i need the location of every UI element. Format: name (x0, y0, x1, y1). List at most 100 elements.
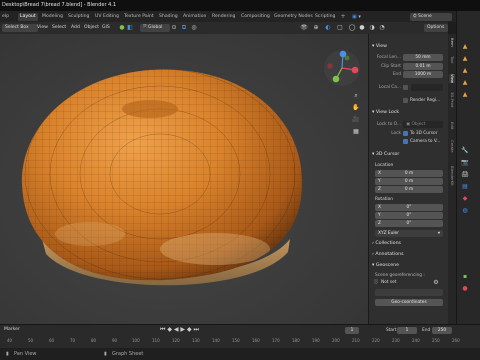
visibility-icon[interactable]: 👁 (300, 24, 308, 32)
properties-constraint-icon[interactable]: ▪ (461, 273, 469, 281)
3d-viewport[interactable]: ⌕ ✋ 🎥 ▦ (0, 34, 368, 324)
start-frame-field[interactable]: 1 (397, 327, 417, 334)
to-3d-cursor-checkbox[interactable] (403, 131, 408, 136)
options-dropdown[interactable]: Options (424, 24, 448, 32)
properties-tool-icon[interactable]: 🔧 (461, 147, 469, 155)
tab-texture-paint[interactable]: Texture Paint (122, 13, 156, 21)
snap-icon[interactable]: ⧉ (180, 24, 188, 32)
navigation-gizmo[interactable] (322, 48, 362, 88)
tab-3d-print[interactable]: 3D-Print (449, 92, 455, 107)
shading-wire-icon[interactable]: ◯ (348, 24, 356, 32)
properties-scene-icon[interactable]: ◆ (461, 195, 469, 203)
cursor-rot-y-field[interactable]: Y 0° (375, 212, 443, 219)
playback-controls[interactable]: ⏮ ◆ ◀ ▶ ◆ ⏭ (160, 326, 199, 334)
tab-view[interactable]: View (449, 74, 455, 84)
local-camera-checkbox[interactable] (403, 85, 408, 90)
properties-view-layer-icon[interactable]: ▤ (461, 183, 469, 191)
camera-to-view-checkbox[interactable] (403, 139, 408, 144)
shading-rendered-icon[interactable]: ◔ (378, 24, 386, 32)
cursor-loc-y-field[interactable]: Y0 m (375, 178, 443, 185)
render-region-checkbox[interactable] (403, 98, 408, 103)
transform-orientation-dropdown[interactable]: ⤧ Global (140, 24, 170, 32)
lock-object-field[interactable]: ▣ Object (403, 121, 443, 128)
menu-object[interactable]: Object (84, 24, 99, 32)
collections-section-header[interactable]: › Collections (372, 241, 401, 246)
current-frame-field[interactable]: 1 (345, 327, 359, 334)
local-camera-field[interactable] (411, 84, 443, 91)
tab-tool[interactable]: Tool (449, 56, 455, 63)
play-icon[interactable]: ▶ (180, 326, 185, 333)
prev-key-icon[interactable]: ◆ (167, 326, 172, 333)
view-lock-section-header[interactable]: ▾ View Lock (372, 110, 399, 115)
tab-blenderkit[interactable]: BlenderKit (449, 166, 455, 186)
end-frame-field[interactable]: 250 (432, 327, 452, 334)
mode-icons[interactable]: ● (118, 24, 126, 32)
properties-world-icon[interactable]: ◍ (461, 207, 469, 215)
tab-shading[interactable]: Shading (157, 13, 180, 21)
perspective-toggle-icon[interactable]: ▦ (352, 128, 360, 136)
tab-layout[interactable]: Layout (18, 13, 38, 21)
tab-modeling[interactable]: Modeling (40, 13, 65, 21)
object-icon-3[interactable]: ▲ (461, 67, 469, 75)
focal-length-field[interactable]: 50 mm (403, 54, 443, 61)
tab-item[interactable]: Item (449, 38, 455, 47)
object-icon-5[interactable]: ▲ (461, 91, 469, 99)
camera-view-icon[interactable]: 🎥 (352, 116, 360, 124)
tab-geometry-nodes[interactable]: Geometry Nodes (272, 13, 315, 21)
properties-material-icon[interactable]: ● (461, 285, 469, 293)
object-icon-4[interactable]: ▲ (461, 79, 469, 87)
menu-marker[interactable]: Marker (4, 326, 20, 334)
menu-add[interactable]: Add (71, 24, 80, 32)
add-workspace-icon[interactable]: + (339, 13, 347, 21)
clip-end-field[interactable]: 1000 m (403, 71, 443, 78)
select-box-tool[interactable]: Select Box (2, 24, 38, 32)
object-icon-2[interactable]: ▲ (461, 55, 469, 63)
geoscene-section-header[interactable]: ▾ Geoscene (372, 263, 399, 268)
tab-compositing[interactable]: Compositing (239, 13, 272, 21)
menu-select[interactable]: Select (52, 24, 66, 32)
tab-create[interactable]: Create (449, 140, 455, 153)
pan-hand-icon[interactable]: ✋ (352, 104, 360, 112)
bread-mesh[interactable] (0, 34, 368, 324)
cursor-loc-z-field[interactable]: Z0 m (375, 186, 443, 193)
tab-sculpting[interactable]: Sculpting (66, 13, 91, 21)
cursor-rot-x-field[interactable]: X 0° (375, 204, 443, 211)
gizmo-toggle-icon[interactable]: ⊕ (312, 24, 320, 32)
xray-icon[interactable]: ▢ (336, 24, 344, 32)
3d-cursor-section-header[interactable]: ▾ 3D Cursor (372, 152, 399, 157)
jump-end-icon[interactable]: ⏭ (194, 326, 199, 333)
proportional-edit-icon[interactable]: ◎ (190, 24, 198, 32)
jump-start-icon[interactable]: ⏮ (160, 326, 165, 333)
rotation-mode-dropdown[interactable]: XYZ Euler ▾ (375, 230, 443, 237)
selection-mode-icon[interactable]: ◧ (126, 24, 134, 32)
clip-start-field[interactable]: 0.01 m (403, 63, 443, 70)
zoom-icon[interactable]: ⌕ (352, 92, 360, 100)
gear-icon[interactable]: ⚙ (432, 279, 440, 287)
properties-output-icon[interactable]: 🖨 (461, 171, 469, 179)
menu-view[interactable]: View (37, 24, 48, 32)
cursor-loc-x-field[interactable]: X0 m (375, 170, 443, 177)
cursor-rot-z-field[interactable]: Z 0° (375, 220, 443, 227)
menu-gis[interactable]: GIS (102, 24, 110, 32)
next-key-icon[interactable]: ◆ (187, 326, 192, 333)
menu-help[interactable]: elp (0, 13, 11, 21)
dropdown-icon[interactable]: ▾ (358, 14, 361, 20)
overlays-icon[interactable]: ◐ (324, 24, 332, 32)
scene-selector[interactable]: ⛭ Scene (410, 13, 452, 21)
play-reverse-icon[interactable]: ◀ (174, 326, 179, 333)
tab-rendering[interactable]: Rendering (210, 13, 237, 21)
tab-animation[interactable]: Animation (181, 13, 208, 21)
tab-scripting[interactable]: Scripting (313, 13, 337, 21)
view-section-header[interactable]: ▾ View (372, 44, 387, 49)
pivot-point-icon[interactable]: ⊙ (170, 24, 178, 32)
tab-edit[interactable]: Edit (449, 122, 455, 129)
frame-ruler[interactable]: 40 50 60 70 80 90 100 110 120 130 140 15… (0, 336, 480, 345)
geo-coordinates-button[interactable]: Geo-coordinates (375, 299, 443, 306)
object-icon-1[interactable]: ▲ (461, 43, 469, 51)
properties-render-icon[interactable]: 📷 (461, 159, 469, 167)
shading-material-icon[interactable]: ◑ (368, 24, 376, 32)
tab-uv-editing[interactable]: UV Editing (93, 13, 121, 21)
shading-solid-icon[interactable]: ● (358, 24, 366, 32)
annotations-section-header[interactable]: › Annotations (372, 252, 404, 257)
viewport-canvas[interactable] (0, 34, 368, 324)
